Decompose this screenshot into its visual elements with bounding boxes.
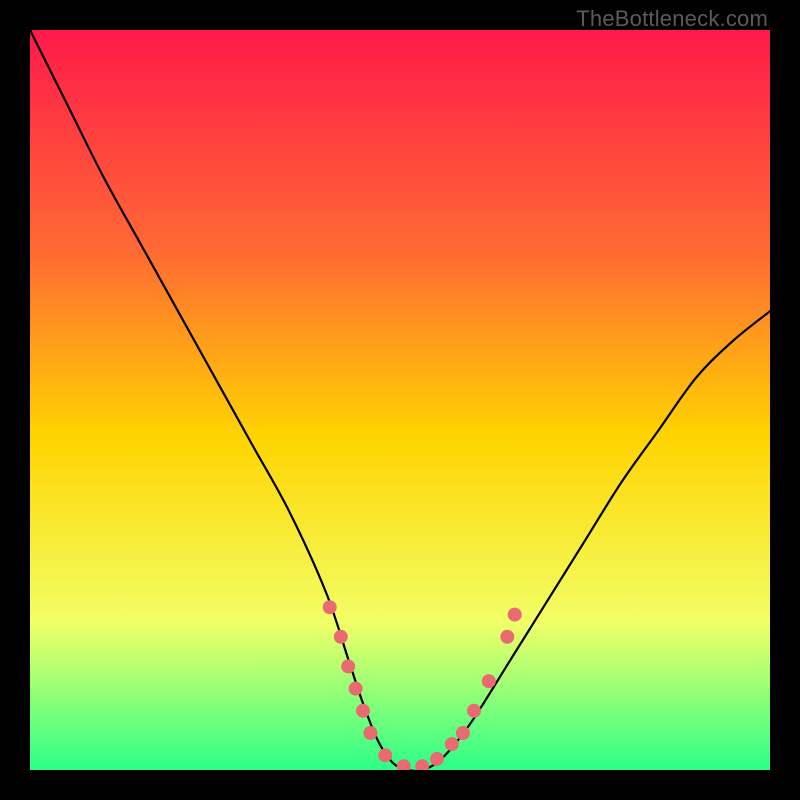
highlight-dot: [456, 726, 470, 740]
chart-background: [30, 30, 770, 770]
highlight-dot: [341, 659, 355, 673]
highlight-dot: [445, 737, 459, 751]
highlight-dot: [430, 752, 444, 766]
highlight-dot: [334, 630, 348, 644]
highlight-dot: [349, 682, 363, 696]
highlight-dot: [356, 704, 370, 718]
highlight-dot: [508, 608, 522, 622]
chart-plot-area: [30, 30, 770, 770]
highlight-dot: [363, 726, 377, 740]
highlight-dot: [467, 704, 481, 718]
highlight-dot: [500, 630, 514, 644]
highlight-dot: [323, 600, 337, 614]
watermark-text: TheBottleneck.com: [576, 6, 768, 32]
highlight-dot: [482, 674, 496, 688]
highlight-dot: [378, 748, 392, 762]
chart-svg: [30, 30, 770, 770]
